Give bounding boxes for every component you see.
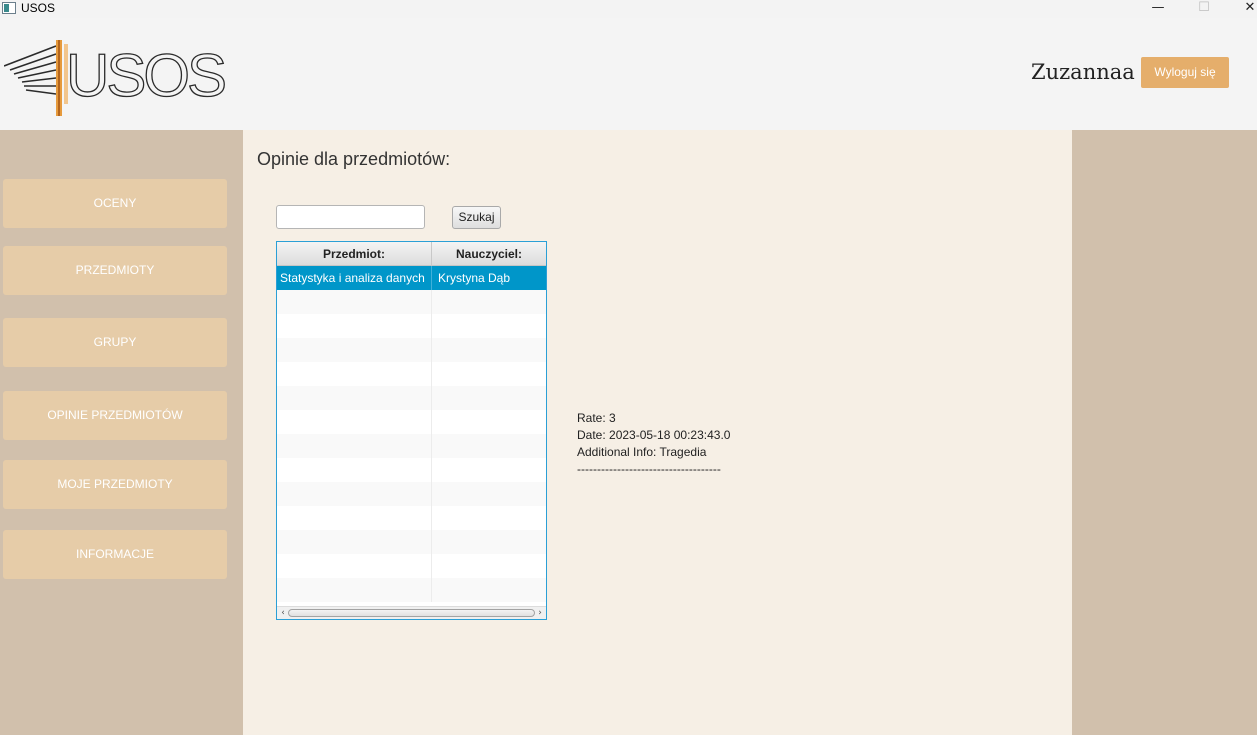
- logout-button[interactable]: Wyloguj się: [1141, 57, 1229, 88]
- opinion-separator: ------------------------------------: [577, 462, 721, 476]
- scroll-left-icon[interactable]: ‹: [278, 607, 288, 619]
- sidebar-item-opinie-przedmiotow[interactable]: OPINIE PRZEDMIOTÓW: [3, 391, 227, 440]
- window-title: USOS: [21, 1, 56, 15]
- sidebar-item-grupy[interactable]: GRUPY: [3, 318, 227, 367]
- opinion-rate: Rate: 3: [577, 411, 616, 425]
- empty-row: [277, 578, 546, 602]
- empty-row: [277, 554, 546, 578]
- app-header: USOS Zuzannaa Wyloguj się: [0, 18, 1257, 130]
- empty-row: [277, 314, 546, 338]
- usos-logo: USOS: [4, 40, 226, 116]
- minimize-icon[interactable]: —: [1135, 0, 1181, 18]
- window-title-bar: USOS — ☐ ✕: [0, 0, 1257, 18]
- empty-row: [277, 338, 546, 362]
- sidebar: OCENY PRZEDMIOTY GRUPY OPINIE PRZEDMIOTÓ…: [0, 130, 243, 735]
- user-name: Zuzannaa: [1031, 60, 1135, 84]
- close-icon[interactable]: ✕: [1227, 0, 1257, 18]
- horizontal-scrollbar[interactable]: ‹ ›: [277, 606, 546, 619]
- empty-row: [277, 362, 546, 386]
- search-input[interactable]: [276, 205, 425, 229]
- page-title: Opinie dla przedmiotów:: [257, 149, 451, 169]
- empty-row: [277, 434, 546, 458]
- sidebar-item-oceny[interactable]: OCENY: [3, 179, 227, 228]
- column-header-teacher[interactable]: Nauczyciel:: [432, 242, 546, 266]
- empty-row: [277, 458, 546, 482]
- column-header-subject[interactable]: Przedmiot:: [277, 242, 432, 266]
- empty-row: [277, 410, 546, 434]
- sidebar-item-przedmioty[interactable]: PRZEDMIOTY: [3, 246, 227, 295]
- empty-row: [277, 290, 546, 314]
- subjects-table[interactable]: Przedmiot: Nauczyciel: Statystyka i anal…: [276, 241, 547, 620]
- opinion-additional-info: Additional Info: Tragedia: [577, 445, 707, 459]
- table-row[interactable]: Statystyka i analiza danych Krystyna Dąb: [277, 266, 546, 290]
- sidebar-item-informacje[interactable]: INFORMACJE: [3, 530, 227, 579]
- main-content: Opinie dla przedmiotów: Szukaj Przedmiot…: [243, 130, 1072, 735]
- scroll-right-icon[interactable]: ›: [535, 607, 545, 619]
- right-panel: [1072, 130, 1257, 735]
- search-button[interactable]: Szukaj: [452, 206, 501, 229]
- empty-row: [277, 530, 546, 554]
- table-body: Statystyka i analiza danych Krystyna Dąb: [277, 266, 546, 602]
- opinion-details: Rate: 3 Date: 2023-05-18 00:23:43.0 Addi…: [577, 410, 730, 478]
- empty-row: [277, 506, 546, 530]
- scrollbar-thumb[interactable]: [288, 609, 535, 617]
- cell-subject: Statystyka i analiza danych: [277, 266, 432, 290]
- table-header: Przedmiot: Nauczyciel:: [277, 242, 546, 266]
- empty-row: [277, 482, 546, 506]
- sidebar-item-moje-przedmioty[interactable]: MOJE PRZEDMIOTY: [3, 460, 227, 509]
- maximize-icon[interactable]: ☐: [1181, 0, 1227, 18]
- logo-text: USOS: [66, 42, 225, 109]
- empty-row: [277, 386, 546, 410]
- cell-teacher: Krystyna Dąb: [438, 271, 511, 285]
- app-icon: [2, 2, 16, 14]
- opinion-date: Date: 2023-05-18 00:23:43.0: [577, 428, 731, 442]
